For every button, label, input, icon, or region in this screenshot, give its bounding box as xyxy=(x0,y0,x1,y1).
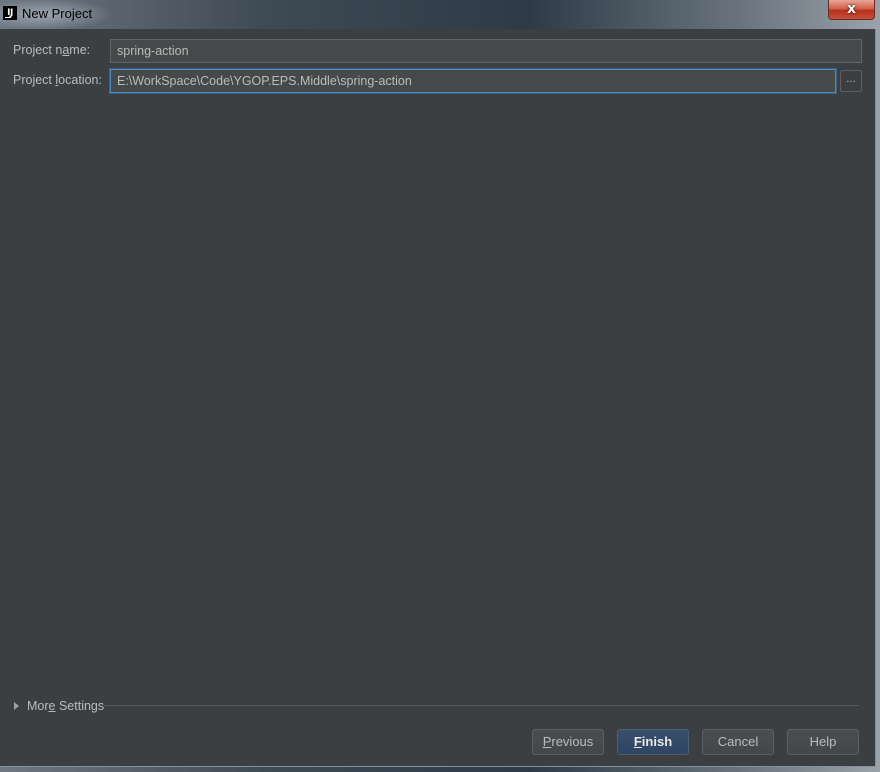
more-settings-toggle[interactable]: More Settings xyxy=(12,697,104,715)
project-location-label: Project location: xyxy=(13,73,102,87)
window-title: New Project xyxy=(22,6,93,21)
intellij-idea-icon: IJ xyxy=(3,6,17,20)
cancel-button[interactable]: Cancel xyxy=(702,729,774,755)
help-button[interactable]: Help xyxy=(787,729,859,755)
previous-button[interactable]: Previous xyxy=(532,729,604,755)
browse-button[interactable]: ... xyxy=(840,70,862,92)
close-button[interactable]: x xyxy=(828,0,875,20)
expand-triangle-icon xyxy=(14,702,19,710)
more-settings-label: More Settings xyxy=(27,699,105,713)
close-icon: x xyxy=(846,1,857,17)
title-bar[interactable]: IJ New Project x xyxy=(0,0,880,29)
dialog-content: Project name: spring-action Project loca… xyxy=(0,29,876,767)
finish-button[interactable]: Finish xyxy=(617,729,689,755)
project-location-input[interactable]: E:\WorkSpace\Code\YGOP.EPS.Middle\spring… xyxy=(110,69,836,93)
more-settings-separator xyxy=(104,705,859,706)
project-name-input[interactable]: spring-action xyxy=(110,39,862,63)
new-project-dialog: IJ New Project x Project name: spring-ac… xyxy=(0,0,880,772)
project-name-label: Project name: xyxy=(13,43,91,57)
